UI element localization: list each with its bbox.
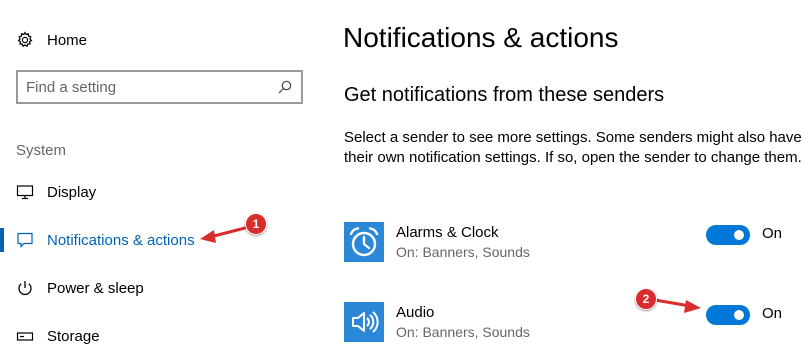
home-label: Home bbox=[47, 31, 88, 49]
toggle-state-label: On bbox=[762, 305, 783, 322]
power-icon bbox=[16, 279, 34, 297]
notification-icon bbox=[16, 231, 34, 249]
sender-status: On: Banners, Sounds bbox=[396, 324, 530, 340]
senders-description: Select a sender to see more settings. So… bbox=[344, 129, 802, 166]
section-label-system: System bbox=[16, 142, 67, 159]
speaker-icon bbox=[344, 302, 384, 342]
senders-heading: Get notifications from these senders bbox=[344, 84, 665, 106]
active-indicator bbox=[0, 228, 4, 252]
page-title: Notifications & actions bbox=[343, 22, 619, 53]
sidebar-item-label: Notifications & actions bbox=[47, 231, 195, 249]
search-icon[interactable] bbox=[277, 79, 293, 95]
sender-row-audio[interactable]: Audio On: Banners, Sounds On bbox=[343, 302, 804, 348]
settings-sidebar: Home System Display Notification bbox=[0, 0, 320, 355]
search-input[interactable] bbox=[26, 78, 276, 96]
alarm-clock-icon bbox=[344, 222, 384, 262]
sidebar-item-display[interactable]: Display bbox=[0, 174, 320, 210]
audio-toggle[interactable] bbox=[706, 305, 750, 325]
sender-name: Audio bbox=[396, 304, 435, 321]
sender-row-alarms-clock[interactable]: Alarms & Clock On: Banners, Sounds On bbox=[343, 222, 804, 268]
toggle-knob bbox=[734, 310, 744, 320]
gear-icon bbox=[16, 31, 34, 49]
notifications-panel: Notifications & actions Get notification… bbox=[343, 0, 804, 355]
home-nav-item[interactable]: Home bbox=[0, 22, 320, 58]
sidebar-item-storage[interactable]: Storage bbox=[0, 318, 320, 354]
callout-badge-1: 1 bbox=[245, 213, 267, 235]
sidebar-item-power-sleep[interactable]: Power & sleep bbox=[0, 270, 320, 306]
toggle-state-label: On bbox=[762, 225, 783, 242]
sidebar-item-label: Display bbox=[47, 183, 97, 201]
search-box[interactable] bbox=[16, 70, 303, 104]
sidebar-item-label: Power & sleep bbox=[47, 279, 144, 297]
monitor-icon bbox=[16, 183, 34, 201]
sender-name: Alarms & Clock bbox=[396, 224, 499, 241]
storage-icon bbox=[16, 327, 34, 345]
callout-badge-2: 2 bbox=[635, 288, 657, 310]
alarms-clock-toggle[interactable] bbox=[706, 225, 750, 245]
sidebar-item-notifications[interactable]: Notifications & actions bbox=[0, 222, 320, 258]
sender-status: On: Banners, Sounds bbox=[396, 244, 530, 260]
sidebar-item-label: Storage bbox=[47, 327, 100, 345]
toggle-knob bbox=[734, 230, 744, 240]
